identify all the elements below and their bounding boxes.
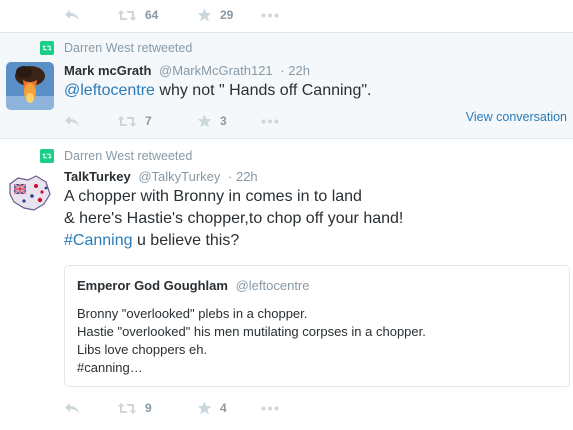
author-handle[interactable]: @MarkMcGrath121 [159,63,273,78]
more-icon [261,406,279,410]
retweet-count: 9 [145,401,152,415]
reply-button[interactable] [64,9,117,22]
avatar-explosion-image [6,62,54,110]
retweet-count: 7 [145,114,152,128]
avatar[interactable] [6,62,54,110]
view-conversation-link[interactable]: View conversation [466,110,567,124]
favorite-count: 3 [220,114,227,128]
more-icon [261,119,279,123]
favorite-count: 4 [220,401,227,415]
reply-icon [65,9,79,21]
tweet-actions: 64 29 [64,5,279,25]
quoted-tweet-header: Emperor God Goughlam @leftocentre [77,278,310,293]
author-name[interactable]: TalkTurkey [64,169,131,184]
tweet-item[interactable]: Darren West retweeted TalkTurkey @TalkyT… [0,139,573,430]
quoted-author-name: Emperor God Goughlam [77,278,228,293]
retweet-count: 64 [145,8,159,22]
tweet-header: TalkTurkey @TalkyTurkey · 22h [64,169,258,187]
retweet-badge-icon [40,149,54,163]
tweet-text: @leftocentre why not " Hands off Canning… [64,80,371,102]
more-button[interactable] [261,13,279,18]
tweet-time[interactable]: · 22h [228,169,258,184]
avatar[interactable] [6,170,54,218]
retweet-context: Darren West retweeted [40,148,192,164]
quoted-author-handle: @leftocentre [235,278,310,293]
retweet-badge-icon [40,41,54,55]
reply-button[interactable] [64,402,117,415]
mention-link[interactable]: @leftocentre [64,82,155,99]
tweet-item[interactable]: 64 29 [0,0,573,33]
quoted-text-line: Bronny "overlooked" plebs in a chopper. [77,306,308,321]
tweet-time[interactable]: · 22h [280,63,310,78]
hashtag-link[interactable]: #Canning [64,232,133,249]
author-handle[interactable]: @TalkyTurkey [138,169,220,184]
retweeted-by-link[interactable]: Darren West retweeted [64,149,192,163]
tweet-text-line: #Canning u believe this? [64,230,239,252]
star-icon [197,114,212,127]
retweeted-by-link[interactable]: Darren West retweeted [64,41,192,55]
tweet-item[interactable]: Darren West retweeted Mark mcGrath @Mark… [0,33,573,139]
retweet-icon [117,9,137,21]
retweet-button[interactable]: 7 [117,114,197,128]
reply-button[interactable] [64,115,117,128]
retweet-icon [117,402,137,414]
quoted-text-line: #canning… [77,360,143,375]
tweet-actions: 7 3 [64,111,279,131]
author-name[interactable]: Mark mcGrath [64,63,151,78]
quoted-tweet[interactable]: Emperor God Goughlam @leftocentre Bronny… [64,265,570,387]
favorite-button[interactable]: 4 [197,401,261,416]
tweet-text-line: A chopper with Bronny in comes in to lan… [64,188,362,205]
favorite-count: 29 [220,8,234,22]
favorite-button[interactable]: 3 [197,114,261,129]
more-icon [261,13,279,17]
quoted-text-line: Libs love choppers eh. [77,342,208,357]
reply-icon [65,402,79,414]
tweet-actions: 9 4 [64,398,279,418]
star-icon [197,401,212,414]
more-button[interactable] [261,119,279,124]
reply-icon [65,115,79,127]
tweet-text-body: u believe this? [132,232,240,249]
retweet-icon [117,115,137,127]
retweet-button[interactable]: 9 [117,401,197,415]
more-button[interactable] [261,406,279,411]
avatar-flag-image [6,170,54,218]
retweet-context: Darren West retweeted [40,40,192,56]
tweet-text-line: & here's Hastie's chopper,to chop off yo… [64,210,404,227]
quoted-text-line: Hastie "overlooked" his men mutilating c… [77,324,426,339]
tweet-text-body: why not " Hands off Canning". [154,82,372,99]
star-icon [197,8,212,21]
retweet-button[interactable]: 64 [117,8,197,22]
tweet-header: Mark mcGrath @MarkMcGrath121 · 22h [64,63,310,81]
favorite-button[interactable]: 29 [197,8,261,23]
